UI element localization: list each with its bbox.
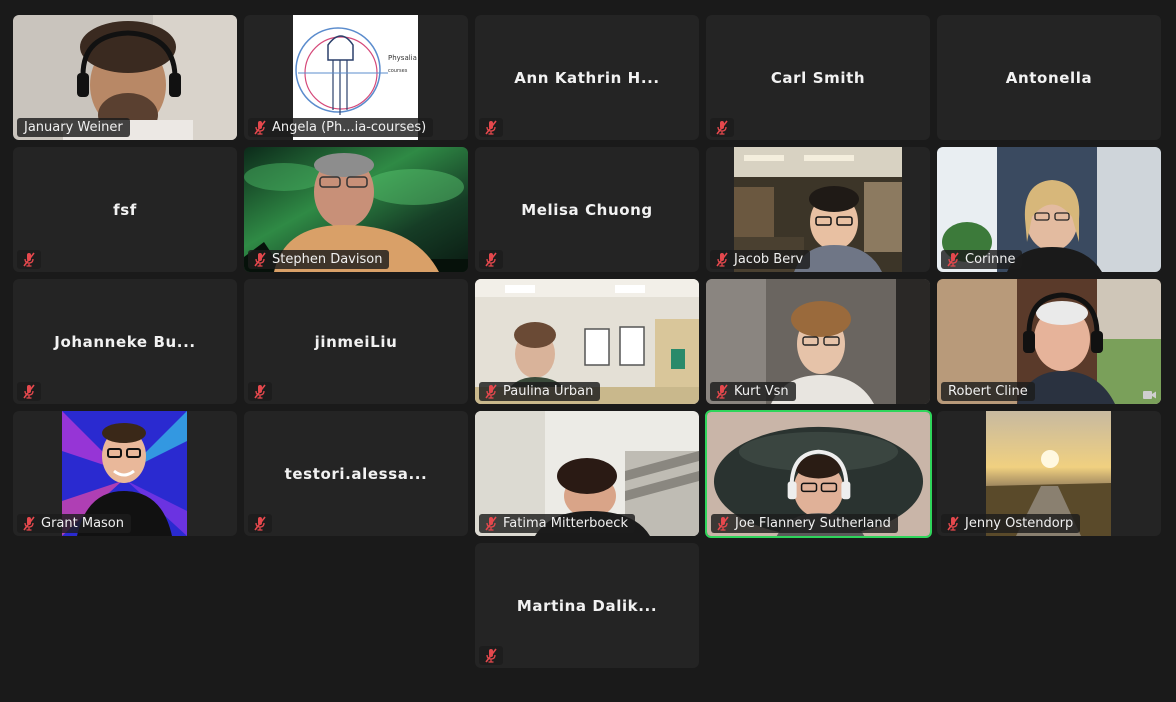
mic-muted-icon <box>484 384 498 399</box>
participant-name: January Weiner <box>24 120 123 135</box>
mic-muted-icon <box>17 382 41 401</box>
participant-name-label: Jenny Ostendorp <box>941 514 1081 533</box>
participant-tile-fsf[interactable]: fsf <box>13 147 237 272</box>
mic-muted-icon <box>716 516 730 531</box>
mic-muted-icon <box>17 250 41 269</box>
participant-tile-martina-dalik[interactable]: Martina Dalik... <box>475 543 699 668</box>
participant-tile-melisa-chuong[interactable]: Melisa Chuong <box>475 147 699 272</box>
participant-name: Corinne <box>965 252 1016 267</box>
mic-muted-icon <box>479 250 503 269</box>
participant-name-label: Angela (Ph...ia-courses) <box>248 118 434 137</box>
participant-name: Antonella <box>1005 68 1093 87</box>
participant-name: Carl Smith <box>770 68 866 87</box>
participant-name-label: Joe Flannery Sutherland <box>711 514 898 533</box>
participant-name-label: Kurt Vsn <box>710 382 796 401</box>
participant-name-label: Robert Cline <box>941 382 1035 401</box>
mic-muted-icon <box>253 120 267 135</box>
mic-muted-icon <box>946 252 960 267</box>
participant-name-label: Paulina Urban <box>479 382 601 401</box>
camera-icon <box>1143 391 1156 399</box>
participant-name: Kurt Vsn <box>734 384 789 399</box>
participant-name: Ann Kathrin H... <box>514 68 660 87</box>
participant-name: fsf <box>113 200 137 219</box>
mic-muted-icon <box>946 516 960 531</box>
participant-tile-angela[interactable]: Physalia courses Angela (Ph...ia-courses… <box>244 15 468 140</box>
participant-tile-joe-flannery-sutherland[interactable]: Joe Flannery Sutherland <box>705 410 932 538</box>
mic-muted-icon <box>484 516 498 531</box>
participant-name: Fatima Mitterboeck <box>503 516 628 531</box>
mic-muted-icon <box>248 514 272 533</box>
mic-muted-icon <box>479 118 503 137</box>
participant-name-label: Grant Mason <box>17 514 132 533</box>
mic-muted-icon <box>22 516 36 531</box>
participant-name: Paulina Urban <box>503 384 594 399</box>
participant-tile-antonella[interactable]: Antonella <box>937 15 1161 140</box>
participant-tile-carl-smith[interactable]: Carl Smith <box>706 15 930 140</box>
mic-muted-icon <box>715 384 729 399</box>
logo-text-courses: courses <box>388 68 408 74</box>
participant-name: Grant Mason <box>41 516 125 531</box>
mic-muted-icon <box>253 252 267 267</box>
participant-tile-testori[interactable]: testori.alessa... <box>244 411 468 536</box>
participant-name-label: Stephen Davison <box>248 250 390 269</box>
participant-tile-kurt-vsn[interactable]: Kurt Vsn <box>706 279 930 404</box>
participant-name-label: Fatima Mitterboeck <box>479 514 635 533</box>
participant-tile-robert-cline[interactable]: Robert Cline <box>937 279 1161 404</box>
participant-name: Martina Dalik... <box>516 596 658 615</box>
participant-name: Joe Flannery Sutherland <box>735 516 891 531</box>
participant-name: Johanneke Bu... <box>54 332 196 351</box>
participant-tile-johanneke[interactable]: Johanneke Bu... <box>13 279 237 404</box>
participant-tile-grant-mason[interactable]: Grant Mason <box>13 411 237 536</box>
logo-text-physalia: Physalia <box>388 54 417 62</box>
mic-muted-icon <box>715 252 729 267</box>
participant-name: Angela (Ph...ia-courses) <box>272 120 427 135</box>
video-gallery: January Weiner Physalia courses Angela (… <box>0 0 1176 702</box>
participant-tile-jenny-ostendorp[interactable]: Jenny Ostendorp <box>937 411 1161 536</box>
participant-tile-stephen-davison[interactable]: Stephen Davison <box>244 147 468 272</box>
mic-muted-icon <box>248 382 272 401</box>
participant-name: Robert Cline <box>948 384 1028 399</box>
participant-tile-january-weiner[interactable]: January Weiner <box>13 15 237 140</box>
participant-name-label: January Weiner <box>17 118 130 137</box>
participant-tile-fatima-mitterboeck[interactable]: Fatima Mitterboeck <box>475 411 699 536</box>
participant-name: jinmeiLiu <box>314 332 398 351</box>
participant-tile-jacob-berv[interactable]: Jacob Berv <box>706 147 930 272</box>
participant-name-label: Jacob Berv <box>710 250 811 269</box>
participant-tile-ann-kathrin[interactable]: Ann Kathrin H... <box>475 15 699 140</box>
participant-name: Jacob Berv <box>734 252 804 267</box>
participant-tile-corinne[interactable]: Corinne <box>937 147 1161 272</box>
participant-name: Melisa Chuong <box>521 200 653 219</box>
mic-muted-icon <box>710 118 734 137</box>
participant-tile-jinmeiliu[interactable]: jinmeiLiu <box>244 279 468 404</box>
participant-tile-paulina-urban[interactable]: Paulina Urban <box>475 279 699 404</box>
participant-name: testori.alessa... <box>284 464 428 483</box>
participant-name-label: Corinne <box>941 250 1023 269</box>
participant-name: Jenny Ostendorp <box>965 516 1074 531</box>
participant-name: Stephen Davison <box>272 252 383 267</box>
mic-muted-icon <box>479 646 503 665</box>
